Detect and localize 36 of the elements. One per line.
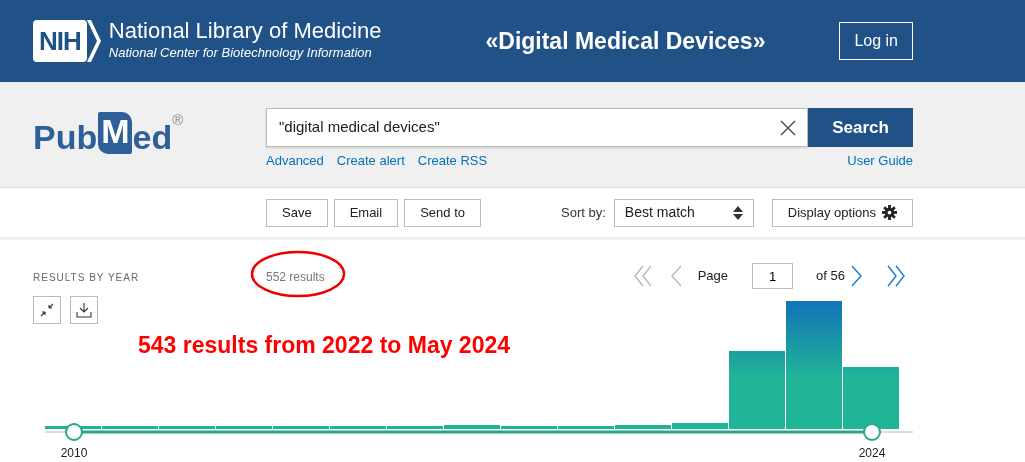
- user-guide-link[interactable]: User Guide: [847, 151, 913, 171]
- sort-caret-icon: [732, 205, 743, 220]
- search-button[interactable]: Search: [808, 108, 913, 147]
- banner-title: «Digital Medical Devices»: [485, 26, 766, 56]
- login-button[interactable]: Log in: [839, 22, 913, 60]
- search-link[interactable]: Advanced: [266, 151, 324, 171]
- annotation-text: 543 results from 2022 to May 2024: [138, 331, 511, 360]
- section-heading: RESULTS BY YEAR: [33, 272, 140, 283]
- download-icon[interactable]: [70, 296, 98, 324]
- collapse-icon[interactable]: [33, 296, 61, 324]
- sort-select[interactable]: Best match: [613, 198, 754, 227]
- display-options-button[interactable]: Display options: [771, 198, 913, 227]
- results-count: 552 results: [266, 270, 325, 284]
- pubmed-logo[interactable]: Pub Med®: [33, 112, 184, 154]
- toolbar-button[interactable]: Save: [266, 198, 328, 227]
- last-page-double-chevron-icon[interactable]: [887, 265, 905, 287]
- nih-logo[interactable]: NIH: [33, 20, 101, 62]
- toolbar-button[interactable]: Send to: [404, 198, 481, 227]
- page-label: Page: [697, 267, 729, 286]
- chevron-icon: [86, 20, 101, 62]
- year-label: 2010: [60, 446, 88, 460]
- search-field[interactable]: "digital medical devices": [266, 108, 808, 147]
- sort-label: Sort by:: [561, 203, 606, 222]
- search-link[interactable]: Create alert: [336, 151, 405, 171]
- page-count: of 56: [816, 267, 845, 286]
- next-chevron-icon[interactable]: [851, 265, 863, 287]
- clear-icon[interactable]: [769, 109, 807, 146]
- site-subtitle: National Center for Biotechnology Information: [108, 44, 373, 63]
- site-title: National Library of Medicine: [108, 19, 382, 44]
- gear-icon: [882, 205, 897, 220]
- search-link[interactable]: Create RSS: [417, 151, 488, 171]
- toolbar-button[interactable]: Email: [333, 198, 399, 227]
- year-label: 2024: [858, 446, 886, 460]
- page-number-field[interactable]: 1: [752, 263, 794, 289]
- slider-handle[interactable]: [65, 423, 83, 441]
- slider-handle[interactable]: [863, 423, 881, 441]
